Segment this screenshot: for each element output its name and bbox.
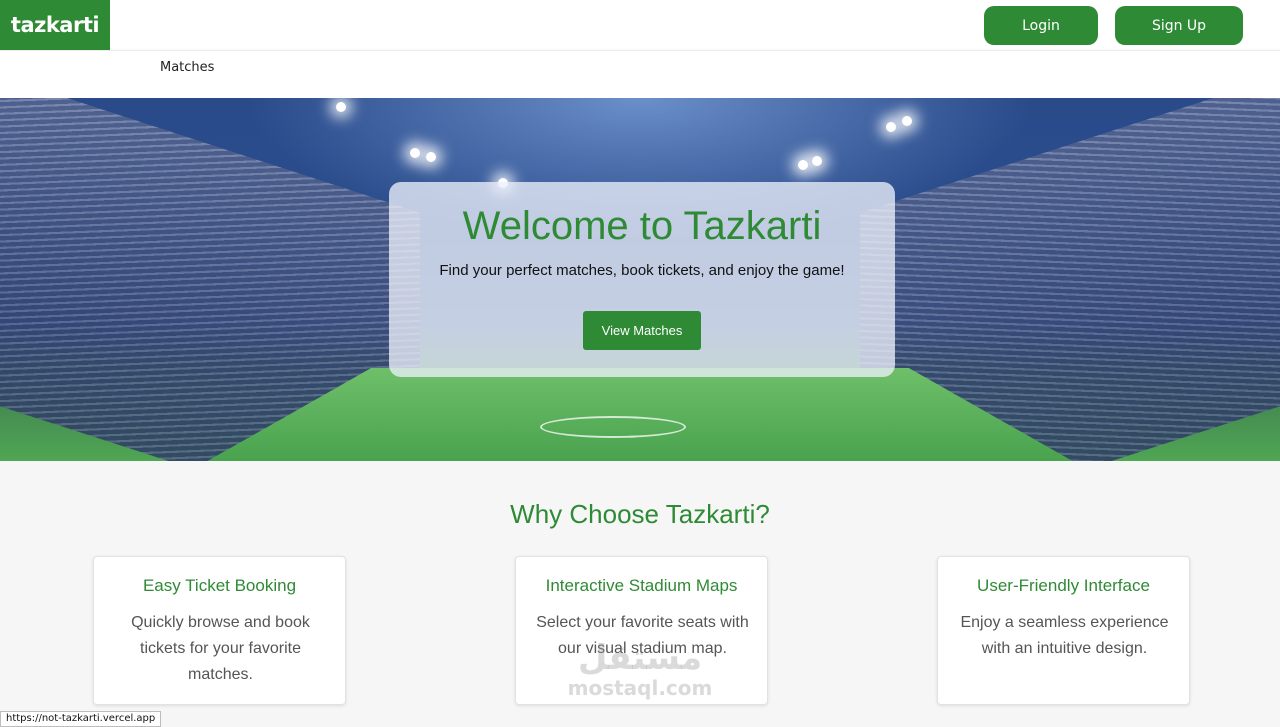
view-matches-button[interactable]: View Matches <box>583 311 701 350</box>
status-bar-url: https://not-tazkarti.vercel.app <box>0 711 162 727</box>
hero-title: Welcome to Tazkarti <box>462 204 822 248</box>
feature-description: Enjoy a seamless experience with an intu… <box>960 614 1169 657</box>
top-header: tazkarti Login Sign Up <box>0 0 1280 50</box>
floodlight <box>426 152 436 162</box>
feature-title: Interactive Stadium Maps <box>545 576 738 595</box>
feature-title: Easy Ticket Booking <box>142 576 297 595</box>
floodlight <box>336 102 346 112</box>
hero-welcome-card: Welcome to Tazkarti Find your perfect ma… <box>389 182 895 377</box>
floodlight <box>410 148 420 158</box>
floodlight <box>886 122 896 132</box>
nav-spacer <box>0 82 1280 98</box>
feature-title: User-Friendly Interface <box>977 576 1150 595</box>
pitch-centre-circle <box>540 416 686 438</box>
feature-card-user-friendly: User-Friendly Interface Enjoy a seamless… <box>937 556 1190 705</box>
floodlight <box>812 156 822 166</box>
hero-banner: Welcome to Tazkarti Find your perfect ma… <box>0 98 1280 461</box>
features-heading: Why Choose Tazkarti? <box>510 499 770 529</box>
nav-link-matches[interactable]: Matches <box>160 60 214 75</box>
login-button[interactable]: Login <box>984 6 1098 45</box>
feature-description: Quickly browse and book tickets for your… <box>131 614 310 683</box>
feature-card-easy-booking: Easy Ticket Booking Quickly browse and b… <box>93 556 346 705</box>
tazkarti-logo[interactable]: tazkarti <box>0 0 110 50</box>
hero-subtitle: Find your perfect matches, book tickets,… <box>439 262 845 279</box>
watermark-latin-text: mostaql.com <box>567 676 713 700</box>
main-nav: Matches <box>0 50 1280 82</box>
signup-button[interactable]: Sign Up <box>1115 6 1243 45</box>
floodlight <box>798 160 808 170</box>
mostaql-watermark: مستقل mostaql.com <box>560 640 720 712</box>
floodlight <box>902 116 912 126</box>
watermark-arabic-text: مستقل <box>577 638 703 678</box>
